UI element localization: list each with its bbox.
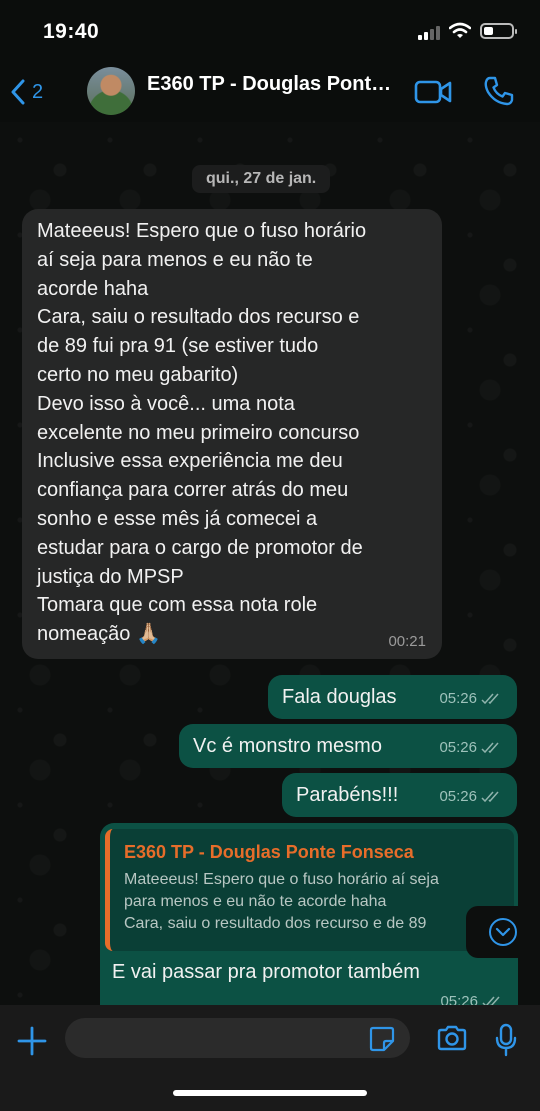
home-indicator <box>173 1090 367 1096</box>
message-meta: 05:26 <box>439 788 503 806</box>
double-check-icon <box>481 742 499 754</box>
message-time: 05:26 <box>439 788 477 805</box>
message-text: Vc é monstro mesmo <box>193 735 382 757</box>
scroll-down-icon <box>489 918 517 946</box>
message-text: Mateeeus! Espero que o fuso horário aí s… <box>37 220 367 646</box>
message-time: 05:26 <box>439 690 477 707</box>
unread-count: 2 <box>32 80 44 103</box>
scroll-to-bottom-button[interactable] <box>466 906 540 958</box>
message-text: E vai passar pra promotor também <box>112 961 420 983</box>
reply-message-bubble[interactable]: E360 TP - Douglas Ponte Fonseca Mateeeus… <box>100 823 518 1023</box>
contact-avatar[interactable] <box>87 67 135 115</box>
contact-name[interactable]: E360 TP - Douglas Ponte Fonseca <box>147 73 402 96</box>
outgoing-message-bubble[interactable]: Vc é monstro mesmo 05:26 <box>179 724 517 768</box>
message-text: Parabéns!!! <box>296 784 399 806</box>
phone-icon[interactable] <box>483 75 515 107</box>
microphone-icon[interactable] <box>494 1023 518 1057</box>
outgoing-message-bubble[interactable]: Fala douglas 05:26 <box>268 675 517 719</box>
double-check-icon <box>481 791 499 803</box>
status-time: 19:40 <box>43 20 100 43</box>
back-button[interactable]: 2 <box>10 74 43 110</box>
message-meta: 05:26 <box>439 739 503 757</box>
sticker-icon[interactable] <box>369 1026 395 1052</box>
quoted-author: E360 TP - Douglas Ponte Fonseca <box>124 842 414 862</box>
double-check-icon <box>481 693 499 705</box>
quoted-message[interactable]: E360 TP - Douglas Ponte Fonseca Mateeeus… <box>105 829 514 951</box>
message-meta: 05:26 <box>439 690 503 708</box>
outgoing-message-bubble[interactable]: Parabéns!!! 05:26 <box>282 773 517 817</box>
message-time: 05:26 <box>439 739 477 756</box>
status-bar: 19:40 <box>0 0 540 62</box>
date-separator: qui., 27 de jan. <box>192 165 331 193</box>
quoted-text: Mateeeus! Espero que o fuso horário aí s… <box>124 871 439 932</box>
camera-icon[interactable] <box>436 1024 468 1052</box>
battery-icon <box>480 23 517 39</box>
message-time: 00:21 <box>388 633 426 650</box>
video-call-icon[interactable] <box>414 79 452 105</box>
wifi-icon <box>449 22 471 38</box>
cellular-signal-icon <box>418 26 442 40</box>
chat-header: 2 E360 TP - Douglas Ponte Fonseca <box>0 62 540 122</box>
message-input[interactable] <box>65 1018 410 1058</box>
back-chevron-icon <box>11 79 25 105</box>
message-text: Fala douglas <box>282 686 397 708</box>
incoming-message-bubble[interactable]: Mateeeus! Espero que o fuso horário aí s… <box>22 209 442 659</box>
plus-icon[interactable] <box>17 1026 47 1056</box>
